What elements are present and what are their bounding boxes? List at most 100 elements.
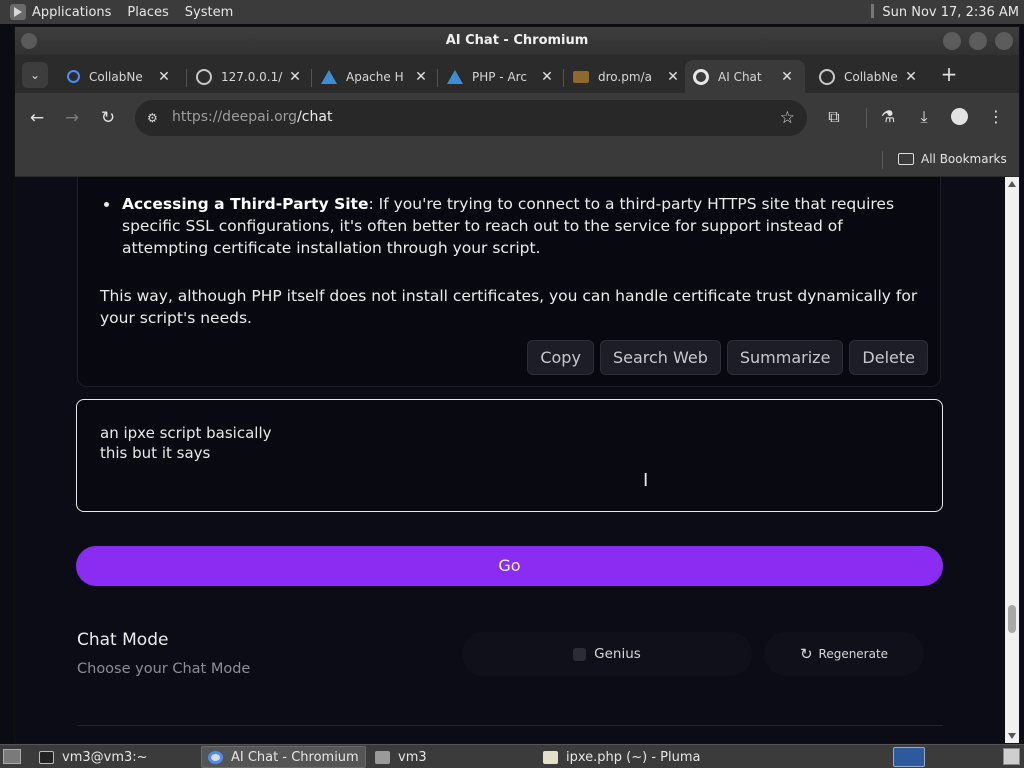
search-web-button[interactable]: Search Web bbox=[599, 340, 721, 375]
panel-separator bbox=[871, 4, 875, 18]
window-titlebar[interactable]: AI Chat - Chromium bbox=[15, 27, 1019, 55]
chat-input[interactable]: an ipxe script basically this but it say… bbox=[76, 399, 943, 512]
page-scrollbar[interactable] bbox=[1005, 177, 1019, 743]
web-page: Accessing a Third-Party Site: If you're … bbox=[15, 177, 1005, 743]
bullet-heading: Accessing a Third-Party Site bbox=[122, 195, 369, 213]
tab-php[interactable]: PHP - Arc ✕ bbox=[439, 60, 565, 93]
chromium-icon bbox=[208, 750, 223, 764]
tab-label: Apache H bbox=[346, 69, 404, 84]
menu-kebab-icon[interactable]: ⋮ bbox=[985, 106, 1007, 128]
go-button[interactable]: Go bbox=[76, 546, 943, 586]
address-bar[interactable]: ⚙ https://deepai.org/chat ☆ bbox=[135, 100, 807, 136]
scrollbar-thumb[interactable] bbox=[1008, 605, 1016, 633]
taskbar-item-terminal[interactable]: vm3@vm3:~ bbox=[33, 746, 198, 768]
genius-checkbox[interactable] bbox=[573, 647, 587, 661]
bookmarks-bar: All Bookmarks bbox=[15, 143, 1019, 177]
response-bullet: Accessing a Third-Party Site: If you're … bbox=[102, 193, 902, 259]
clock-text: Sun Nov 17, 2:36 AM bbox=[882, 5, 1019, 20]
genius-label: Genius bbox=[594, 646, 641, 662]
toolbar-separator bbox=[866, 108, 867, 128]
tab-close-icon[interactable]: ✕ bbox=[156, 69, 172, 85]
minimize-button[interactable] bbox=[943, 32, 961, 50]
taskbar-label: vm3 bbox=[398, 749, 427, 765]
genius-mode-toggle[interactable]: Genius bbox=[462, 632, 752, 676]
os-top-panel: Applications Places System Sun Nov 17, 2… bbox=[0, 0, 1024, 24]
tab-separator bbox=[563, 69, 564, 87]
regenerate-button[interactable]: ↻ Regenerate bbox=[764, 632, 924, 676]
taskbar-label: AI Chat - Chromium bbox=[231, 749, 359, 765]
download-icon[interactable]: ⤓ bbox=[913, 106, 935, 128]
site-info-icon[interactable]: ⚙ bbox=[147, 111, 161, 125]
tab-collabnet-2[interactable]: CollabNe ✕ bbox=[811, 60, 929, 93]
tab-separator bbox=[186, 69, 187, 87]
tab-apache[interactable]: Apache H ✕ bbox=[313, 60, 439, 93]
bookmarks-separator bbox=[882, 151, 883, 169]
taskbar-item-chromium[interactable]: AI Chat - Chromium bbox=[201, 746, 366, 768]
taskbar-item-pluma[interactable]: ipxe.php (~) - Pluma bbox=[537, 746, 717, 768]
all-bookmarks-button[interactable]: All Bookmarks bbox=[898, 152, 1007, 166]
summarize-button[interactable]: Summarize bbox=[726, 340, 844, 375]
section-divider bbox=[77, 725, 943, 726]
applications-menu[interactable]: Applications bbox=[32, 5, 111, 20]
chat-input-text: an ipxe script basically this but it say… bbox=[100, 424, 272, 462]
tab-ai-chat[interactable]: AI Chat ✕ bbox=[685, 60, 805, 93]
taskbar-item-file-manager[interactable]: vm3 bbox=[369, 746, 534, 768]
scroll-up-arrow-icon[interactable] bbox=[1008, 181, 1016, 187]
tab-strip: ⌄ CollabNe ✕ 127.0.0.1/ ✕ Apache H ✕ PHP… bbox=[15, 55, 1019, 93]
tab-close-icon[interactable]: ✕ bbox=[665, 69, 681, 85]
show-desktop-icon[interactable] bbox=[3, 749, 21, 764]
tab-close-icon[interactable]: ✕ bbox=[903, 69, 919, 85]
labs-flask-icon[interactable]: ⚗ bbox=[877, 106, 899, 128]
clock[interactable]: Sun Nov 17, 2:36 AM bbox=[871, 4, 1019, 20]
bookmark-star-icon[interactable]: ☆ bbox=[780, 108, 795, 128]
places-menu[interactable]: Places bbox=[127, 5, 168, 20]
tab-label: CollabNe bbox=[89, 69, 143, 84]
reload-icon[interactable]: ↻ bbox=[97, 107, 119, 129]
text-cursor-icon: I bbox=[643, 470, 649, 491]
maximize-button[interactable] bbox=[969, 32, 987, 50]
profile-avatar-icon[interactable] bbox=[951, 108, 968, 125]
window-menu-icon[interactable] bbox=[21, 33, 37, 49]
tab-separator bbox=[437, 69, 438, 87]
os-menu-bar: Applications Places System bbox=[0, 4, 249, 20]
ai-response-card: Accessing a Third-Party Site: If you're … bbox=[77, 177, 941, 387]
os-taskbar: vm3@vm3:~ AI Chat - Chromium vm3 ipxe.ph… bbox=[0, 744, 1024, 768]
url-text[interactable]: https://deepai.org/chat bbox=[172, 109, 332, 125]
tab-localhost[interactable]: 127.0.0.1/ ✕ bbox=[188, 60, 313, 93]
close-window-button[interactable] bbox=[995, 32, 1013, 50]
applications-menu-icon[interactable] bbox=[10, 4, 26, 20]
chat-mode-subtitle: Choose your Chat Mode bbox=[77, 661, 251, 677]
response-list: Accessing a Third-Party Site: If you're … bbox=[102, 193, 902, 259]
tab-close-icon[interactable]: ✕ bbox=[287, 69, 303, 85]
tab-label: AI Chat bbox=[718, 69, 762, 84]
forward-arrow-icon[interactable]: → bbox=[61, 107, 83, 129]
delete-button[interactable]: Delete bbox=[849, 340, 928, 375]
tab-close-icon[interactable]: ✕ bbox=[539, 69, 555, 85]
tab-close-icon[interactable]: ✕ bbox=[779, 69, 795, 85]
text-editor-icon bbox=[543, 750, 558, 764]
system-menu[interactable]: System bbox=[185, 5, 233, 20]
regenerate-label: Regenerate bbox=[818, 647, 889, 661]
scroll-down-arrow-icon[interactable] bbox=[1008, 733, 1016, 739]
new-tab-button[interactable]: + bbox=[940, 64, 958, 84]
workspace-switcher-icon[interactable] bbox=[893, 747, 925, 767]
chat-mode-heading: Chat Mode bbox=[77, 630, 169, 650]
chrome-favicon-icon bbox=[693, 68, 709, 85]
tab-collabnet-1[interactable]: CollabNe ✕ bbox=[59, 60, 182, 93]
regenerate-icon: ↻ bbox=[799, 645, 813, 663]
taskbar-label: ipxe.php (~) - Pluma bbox=[566, 749, 701, 765]
tab-close-icon[interactable]: ✕ bbox=[413, 69, 429, 85]
arch-favicon-icon bbox=[447, 69, 463, 84]
window-title: AI Chat - Chromium bbox=[445, 33, 589, 48]
extensions-icon[interactable]: ⧉ bbox=[823, 106, 845, 128]
trash-icon[interactable] bbox=[1003, 748, 1020, 765]
tab-label: CollabNe bbox=[844, 69, 898, 84]
back-arrow-icon[interactable]: ← bbox=[26, 107, 48, 129]
tab-label: PHP - Arc bbox=[472, 69, 527, 84]
globe-favicon-icon bbox=[196, 68, 212, 85]
copy-button[interactable]: Copy bbox=[527, 340, 594, 375]
folder-favicon-icon bbox=[573, 70, 589, 83]
window-controls bbox=[943, 32, 1013, 50]
tab-search-button[interactable]: ⌄ bbox=[22, 62, 48, 88]
tab-dropm[interactable]: dro.pm/a ✕ bbox=[565, 60, 691, 93]
